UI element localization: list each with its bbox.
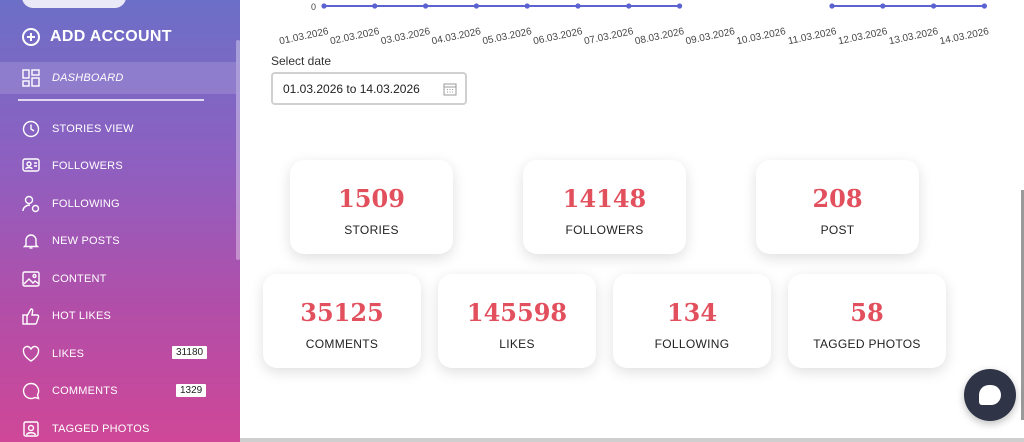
stat-value: 208 <box>812 184 863 213</box>
sidebar-item-label: STORIES VIEW <box>52 122 134 135</box>
stat-value: 1509 <box>338 184 405 213</box>
x-tick-label: 10.03.2026 <box>736 26 788 47</box>
sidebar-item-label: NEW POSTS <box>52 235 120 248</box>
x-tick-label: 06.03.2026 <box>532 26 584 47</box>
sidebar-item-followers[interactable]: FOLLOWERS <box>0 148 236 186</box>
stat-value: 145598 <box>466 298 568 327</box>
data-point[interactable] <box>880 3 886 9</box>
date-range-input[interactable]: 01.03.2026 to 14.03.2026 <box>271 72 467 105</box>
sidebar-item-label: LIKES <box>52 347 85 360</box>
x-tick-label: 09.03.2026 <box>685 26 737 47</box>
stat-card-following: 134 FOLLOWING <box>613 274 771 368</box>
sidebar-item-following[interactable]: FOLLOWING <box>0 185 236 223</box>
data-point[interactable] <box>931 3 937 9</box>
x-tick-label: 03.03.2026 <box>380 26 432 47</box>
x-tick-label: 02.03.2026 <box>329 26 381 47</box>
stat-card-likes: 145598 LIKES <box>438 274 596 368</box>
stat-value: 134 <box>666 298 718 327</box>
following-icon <box>22 195 40 213</box>
followers-icon <box>22 157 40 175</box>
add-account-label: ADD ACCOUNT <box>50 28 172 45</box>
comments-count-badge: 1329 <box>176 383 207 397</box>
sidebar-item-label: FOLLOWING <box>52 197 120 210</box>
data-point[interactable] <box>423 3 429 9</box>
sidebar-item-label: DASHBOARD <box>52 72 124 84</box>
x-tick-label: 12.03.2026 <box>837 26 889 47</box>
x-tick-label: 04.03.2026 <box>431 26 483 47</box>
sidebar-item-label: COMMENTS <box>52 385 118 398</box>
stat-value: 14148 <box>562 184 647 213</box>
date-range-value: 01.03.2026 to 14.03.2026 <box>283 81 420 96</box>
sidebar-item-comments[interactable]: COMMENTS 1329 <box>0 373 236 411</box>
chat-bubble-icon <box>979 385 1001 405</box>
data-point[interactable] <box>829 3 835 9</box>
plus-circle-icon <box>22 28 40 46</box>
image-icon <box>22 270 40 288</box>
data-point[interactable] <box>473 3 479 9</box>
likes-count-badge: 31180 <box>172 346 208 359</box>
data-point[interactable] <box>981 3 988 9</box>
data-point[interactable] <box>677 3 683 9</box>
heart-icon <box>22 345 40 363</box>
sidebar-item-tagged-photos[interactable]: TAGGED PHOTOS <box>0 410 236 442</box>
x-tick-label: 13.03.2026 <box>888 26 940 47</box>
sidebar-item-label: FOLLOWERS <box>52 160 123 173</box>
account-pill[interactable] <box>22 0 126 8</box>
sidebar-nav: STORIES VIEW FOLLOWERS FOLLOWING NEW POS… <box>0 110 236 442</box>
stat-label: TAGGED PHOTOS <box>813 337 921 351</box>
stat-label: FOLLOWING <box>654 337 730 351</box>
sidebar-divider <box>18 99 204 101</box>
sidebar-item-likes[interactable]: LIKES 31180 <box>0 335 236 373</box>
data-point[interactable] <box>575 3 581 9</box>
stat-card-comments: 35125 COMMENTS <box>263 274 421 368</box>
stat-card-post: 208 POST <box>756 160 919 254</box>
y-tick-label: 0 <box>311 2 316 12</box>
comment-icon <box>22 382 40 400</box>
tag-photo-icon <box>22 420 40 438</box>
calendar-icon[interactable] <box>443 82 457 96</box>
sidebar-item-stories-view[interactable]: STORIES VIEW <box>0 110 236 148</box>
stat-label: POST <box>820 223 855 237</box>
sidebar-item-dashboard[interactable]: DASHBOARD <box>0 62 236 94</box>
add-account-button[interactable]: ADD ACCOUNT <box>22 28 172 46</box>
sidebar: ADD ACCOUNT DASHBOARD STORIES VIEW FOLLO… <box>0 0 240 442</box>
x-tick-label: 01.03.2026 <box>278 26 330 47</box>
stat-card-stories: 1509 STORIES <box>290 160 453 254</box>
stat-card-followers: 14148 FOLLOWERS <box>523 160 686 254</box>
sidebar-item-new-posts[interactable]: NEW POSTS <box>0 223 236 261</box>
x-tick-label: 11.03.2026 <box>787 26 838 47</box>
sidebar-item-content[interactable]: CONTENT <box>0 260 236 298</box>
main-content: 0 01.03.2026 02.03.2026 03.03.2026 04.03.202… <box>240 0 1024 442</box>
stat-label: LIKES <box>499 337 535 351</box>
data-point[interactable] <box>321 3 327 9</box>
sidebar-item-label: TAGGED PHOTOS <box>52 422 150 435</box>
chat-button[interactable] <box>964 369 1016 421</box>
data-point[interactable] <box>372 3 378 9</box>
dashboard-icon <box>22 69 40 87</box>
stat-value: 35125 <box>300 298 384 327</box>
stat-label: STORIES <box>344 223 399 237</box>
data-point[interactable] <box>626 3 632 9</box>
sidebar-item-label: CONTENT <box>52 272 107 285</box>
x-tick-label: 08.03.2026 <box>634 26 686 47</box>
sidebar-item-label: HOT LIKES <box>52 310 112 323</box>
thumbs-up-icon <box>22 307 40 325</box>
x-tick-label: 05.03.2026 <box>482 26 534 47</box>
sidebar-item-hot-likes[interactable]: HOT LIKES <box>0 298 236 336</box>
data-point[interactable] <box>524 3 530 9</box>
x-tick-label: 14.03.2026 <box>939 26 991 47</box>
stat-card-tagged-photos: 58 TAGGED PHOTOS <box>788 274 946 368</box>
x-tick-label: 07.03.2026 <box>583 26 635 47</box>
stat-value: 58 <box>850 298 884 327</box>
clock-icon <box>22 120 40 138</box>
stories-line-chart: 0 01.03.2026 02.03.2026 03.03.2026 04.03.202… <box>278 2 991 47</box>
stat-label: COMMENTS <box>305 337 379 351</box>
stat-label: FOLLOWERS <box>565 223 644 237</box>
bell-icon <box>22 232 40 250</box>
bottom-scrollbar[interactable] <box>240 438 1024 442</box>
select-date-label: Select date <box>271 54 332 68</box>
